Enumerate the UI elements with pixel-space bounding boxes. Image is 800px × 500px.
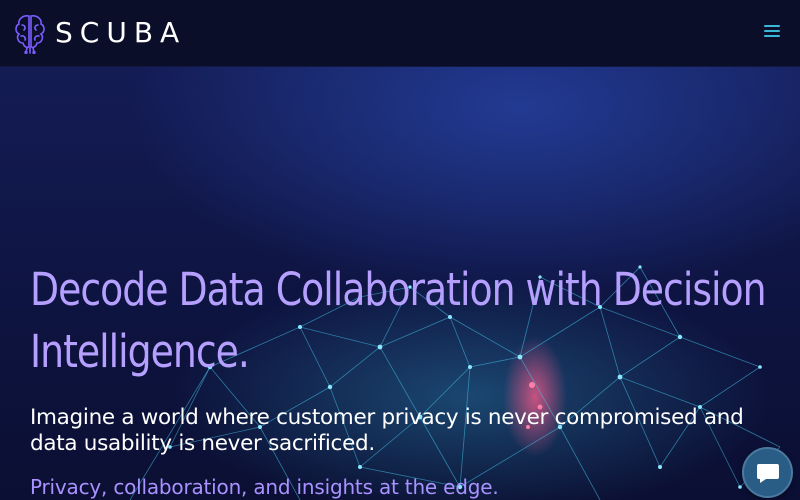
hamburger-menu-icon[interactable] xyxy=(764,24,780,40)
top-navbar: SCUBA xyxy=(0,0,800,67)
hero-title: Decode Data Collaboration with Decision … xyxy=(30,263,767,378)
hero-tagline: Privacy, collaboration, and insights at … xyxy=(30,475,499,499)
chat-bubble-icon xyxy=(756,463,779,483)
hero-section: Decode Data Collaboration with Decision … xyxy=(0,67,800,500)
brand-name: SCUBA xyxy=(55,16,187,49)
brain-icon xyxy=(15,15,45,54)
menu-bar xyxy=(764,24,780,27)
chat-widget-button[interactable] xyxy=(742,447,793,498)
hero-subtitle: Imagine a world where customer privacy i… xyxy=(30,405,744,456)
menu-bar xyxy=(764,34,780,37)
logo-link[interactable]: SCUBA xyxy=(13,12,186,54)
menu-bar xyxy=(764,29,780,32)
